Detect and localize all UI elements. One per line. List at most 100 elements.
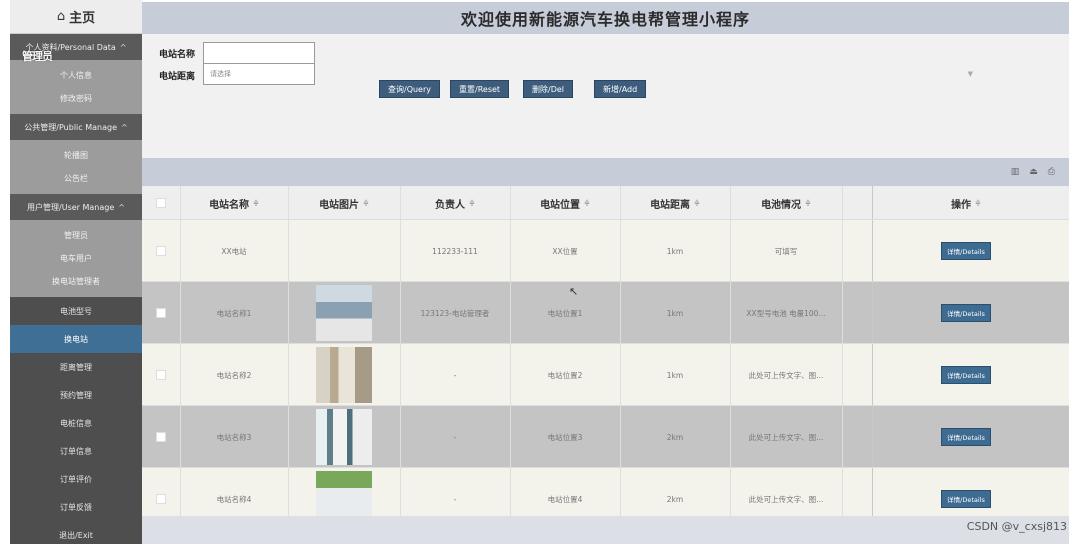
column-header-manager[interactable]: 负责人 ≑ <box>400 186 510 220</box>
cell-manager: 123123-电站管理者 <box>420 308 490 318</box>
submenu-personal-data: 个人信息 修改密码 <box>10 60 142 114</box>
details-button[interactable]: 详情/Details <box>941 490 991 508</box>
station-image-cell <box>288 282 400 344</box>
chevron-down-icon[interactable]: ▼ <box>968 70 973 78</box>
station-image-cell <box>288 220 400 282</box>
cell-manager: - <box>453 494 457 504</box>
sidebar-item-personal-info[interactable]: 个人信息 <box>10 64 142 87</box>
sidebar-item-distance[interactable]: 距离管理 <box>10 353 142 381</box>
admin-overlay-text: 管理员 <box>22 50 53 63</box>
sidebar-item-station-managers[interactable]: 换电站管理者 <box>10 270 142 293</box>
search-panel: 电站名称 电站距离 请选择 ▼ 查询/Query 重置/Reset 删除/Del… <box>142 34 1069 158</box>
group-public-manage[interactable]: 公共管理/Public Manage ^ <box>10 114 142 140</box>
reset-button[interactable]: 重置/Reset <box>450 80 510 98</box>
query-button[interactable]: 查询/Query <box>379 80 441 98</box>
cell-battery: 可填写 <box>774 246 798 256</box>
column-header-name[interactable]: 电站名称 ≑ <box>180 186 288 220</box>
actions-cell: 详情/Details <box>872 220 1060 282</box>
group-user-manage[interactable]: 用户管理/User Manage ^ <box>10 194 142 220</box>
cell-location: 电站位置2 <box>547 370 583 380</box>
table-row[interactable]: XX电站 112233-111 XX位置 1km 可填写 详情/Details <box>142 220 1069 282</box>
station-image[interactable] <box>316 471 372 516</box>
column-header-actions[interactable]: 操作 ≑ <box>872 186 1060 220</box>
row-checkbox[interactable] <box>156 370 166 380</box>
cell-distance: 2km <box>666 432 684 442</box>
actions-cell: 详情/Details <box>872 282 1060 344</box>
row-checkbox-cell <box>142 468 180 516</box>
station-image[interactable] <box>316 409 372 465</box>
sort-icon: ≑ <box>694 199 700 207</box>
station-image-cell <box>288 468 400 516</box>
group-personal-data[interactable]: 个人资料/Personal Data ^ 管理员 <box>10 34 142 63</box>
station-image[interactable] <box>316 347 372 403</box>
details-button[interactable]: 详情/Details <box>941 428 991 446</box>
actions-cell: 详情/Details <box>872 468 1060 516</box>
cell-name: XX电站 <box>221 246 247 256</box>
sidebar-item-order-feedback[interactable]: 订单反馈 <box>10 493 142 521</box>
cell-name: 电站名称1 <box>216 308 252 318</box>
sidebar: ⌂ 主页 个人资料/Personal Data ^ 管理员 个人信息 修改密码 … <box>10 0 142 544</box>
sidebar-item-admin[interactable]: 管理员 <box>10 224 142 247</box>
station-distance-select[interactable]: 请选择 <box>203 63 315 85</box>
cell-distance: 2km <box>666 494 684 504</box>
cell-distance: 1km <box>666 308 684 318</box>
row-checkbox[interactable] <box>156 432 166 442</box>
column-header-image[interactable]: 电站图片 ≑ <box>288 186 400 220</box>
cell-distance: 1km <box>666 370 684 380</box>
cell-name: 电站名称3 <box>216 432 252 442</box>
cell-distance: 1km <box>666 246 684 256</box>
horizontal-scrollbar[interactable] <box>142 516 1069 544</box>
sidebar-item-battery-model[interactable]: 电池型号 <box>10 297 142 325</box>
sidebar-item-carousel[interactable]: 轮播图 <box>10 144 142 167</box>
chevron-up-icon: ^ <box>121 122 128 132</box>
table-toolbar: ▥ ⏏ ⎙ <box>142 158 1069 186</box>
details-button[interactable]: 详情/Details <box>941 304 991 322</box>
sidebar-item-reservation[interactable]: 预约管理 <box>10 381 142 409</box>
export-icon[interactable]: ⏏ <box>1029 167 1038 177</box>
column-header-battery[interactable]: 电池情况 ≑ <box>730 186 842 220</box>
station-image[interactable] <box>316 285 372 341</box>
station-name-label: 电站名称 <box>159 50 196 60</box>
details-button[interactable]: 详情/Details <box>941 242 991 260</box>
row-checkbox-cell <box>142 282 180 344</box>
select-all-checkbox[interactable] <box>156 198 166 208</box>
table-row[interactable]: 电站名称4 - 电站位置4 2km 此处可上传文字、图... 详情/Details <box>142 468 1069 516</box>
delete-button[interactable]: 删除/Del <box>523 80 573 98</box>
actions-cell: 详情/Details <box>872 344 1060 406</box>
table-row[interactable]: 电站名称1 123123-电站管理者 电站位置1 1km XX型号电池 电量100...… <box>142 282 1069 344</box>
sidebar-item-notice[interactable]: 公告栏 <box>10 167 142 190</box>
add-button[interactable]: 新增/Add <box>594 80 647 98</box>
page-title: 欢迎使用新能源汽车换电帮管理小程序 <box>460 10 750 29</box>
group-public-manage-label: 公共管理/Public Manage <box>24 122 117 132</box>
row-checkbox-cell <box>142 344 180 406</box>
sidebar-item-car-users[interactable]: 电车用户 <box>10 247 142 270</box>
print-icon[interactable]: ⎙ <box>1048 167 1055 177</box>
sidebar-item-pile-info[interactable]: 电桩信息 <box>10 409 142 437</box>
station-image-cell <box>288 344 400 406</box>
cell-battery: 此处可上传文字、图... <box>748 494 824 504</box>
home-link[interactable]: ⌂ 主页 <box>10 0 142 34</box>
station-name-input[interactable] <box>203 42 315 64</box>
cell-location: XX位置 <box>552 246 578 256</box>
table-row[interactable]: 电站名称3 - 电站位置3 2km 此处可上传文字、图... 详情/Details <box>142 406 1069 468</box>
row-checkbox[interactable] <box>156 308 166 318</box>
submenu-user-manage: 管理员 电车用户 换电站管理者 <box>10 220 142 297</box>
cell-manager: - <box>453 370 457 380</box>
sidebar-item-order-review[interactable]: 订单评价 <box>10 465 142 493</box>
row-checkbox[interactable] <box>156 246 166 256</box>
sidebar-item-order-info[interactable]: 订单信息 <box>10 437 142 465</box>
row-checkbox[interactable] <box>156 494 166 504</box>
chevron-up-icon: ^ <box>118 202 125 212</box>
column-header-location[interactable]: 电站位置 ≑ <box>510 186 620 220</box>
mouse-cursor-icon: ↖ <box>569 285 579 298</box>
sidebar-item-change-password[interactable]: 修改密码 <box>10 87 142 110</box>
station-image-cell <box>288 406 400 468</box>
column-header-distance[interactable]: 电站距离 ≑ <box>620 186 730 220</box>
sort-icon: ≑ <box>363 199 369 207</box>
sidebar-item-swap-station[interactable]: 换电站 <box>10 325 142 353</box>
cell-location: 电站位置4 <box>547 494 583 504</box>
table-row[interactable]: 电站名称2 - 电站位置2 1km 此处可上传文字、图... 详情/Details <box>142 344 1069 406</box>
columns-icon[interactable]: ▥ <box>1011 167 1020 177</box>
details-button[interactable]: 详情/Details <box>941 366 991 384</box>
sidebar-item-exit[interactable]: 退出/Exit <box>10 521 142 544</box>
